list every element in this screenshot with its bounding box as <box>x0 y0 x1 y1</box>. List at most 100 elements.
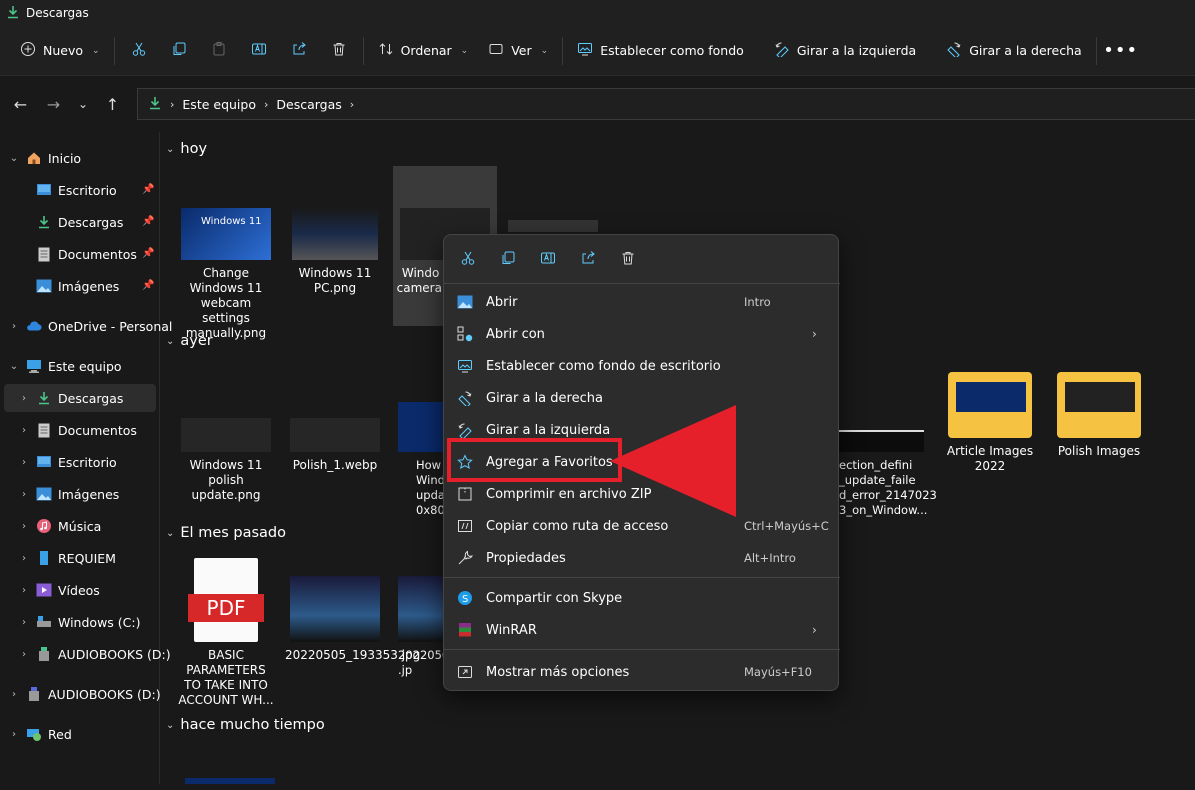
sidebar-item-label: Red <box>48 726 72 742</box>
group-header-hace-mucho[interactable]: ⌄ hace mucho tiempo <box>166 717 325 733</box>
sidebar-item-red[interactable]: › Red <box>8 719 72 749</box>
pin-icon[interactable]: 📌 <box>142 184 154 195</box>
menu-item-propiedades[interactable]: Propiedades Alt+Intro <box>444 542 840 574</box>
sidebar-item-inicio[interactable]: ⌄ Inicio <box>8 143 81 173</box>
file-item[interactable] <box>180 778 280 790</box>
sidebar-item-descargas-pinned[interactable]: Descargas <box>30 207 123 237</box>
menu-item-abrir-con[interactable]: Abrir con › <box>444 318 840 350</box>
file-item[interactable]: ection_defini _update_faile d_error_2147… <box>839 430 937 518</box>
delete-button[interactable] <box>319 34 359 68</box>
new-button[interactable]: Nuevo ⌄ <box>10 34 110 68</box>
rename-button[interactable] <box>239 34 279 68</box>
cut-button[interactable] <box>454 245 482 273</box>
sidebar-item-audiobooks-d-root[interactable]: › AUDIOBOOKS (D:) <box>8 679 161 709</box>
delete-button[interactable] <box>614 245 642 273</box>
address-bar[interactable]: › Este equipo › Descargas › <box>137 88 1195 120</box>
sidebar-item-label: Descargas <box>58 390 124 406</box>
image-thumbnail <box>398 576 444 642</box>
breadcrumb-este-equipo[interactable]: Este equipo <box>182 97 256 112</box>
menu-item-label: Girar a la derecha <box>486 390 603 406</box>
plus-circle-icon <box>20 41 36 60</box>
folder-item[interactable]: Article Images 2022 <box>940 372 1040 474</box>
sidebar-item-label: Imágenes <box>58 486 120 502</box>
file-item[interactable]: Windows 11 PC.png <box>285 208 385 296</box>
view-label: Ver <box>511 43 532 58</box>
cut-button[interactable] <box>119 34 159 68</box>
sort-button[interactable]: Ordenar ⌄ <box>368 34 479 68</box>
scissors-icon <box>460 250 476 269</box>
sidebar-item-imagenes[interactable]: › Imágenes <box>18 479 119 509</box>
share-button[interactable] <box>279 34 319 68</box>
breadcrumb-descargas[interactable]: Descargas <box>276 97 341 112</box>
rotate-left-button[interactable]: Girar a la izquierda <box>764 34 926 68</box>
share-button[interactable] <box>574 245 602 273</box>
wallpaper-icon <box>444 358 486 374</box>
title-bar: Descargas <box>0 0 1195 26</box>
pin-icon[interactable]: 📌 <box>142 248 154 259</box>
file-item[interactable]: How Wind updat 0x8007 <box>394 402 459 518</box>
back-button[interactable]: ← <box>4 88 37 120</box>
view-button[interactable]: Ver ⌄ <box>478 34 558 68</box>
chevron-right-icon: › <box>22 552 26 564</box>
navigation-bar: ← → ⌄ ↑ › Este equipo › Descargas › <box>0 76 1195 132</box>
share-icon <box>580 250 596 269</box>
chevron-right-icon: › <box>22 488 26 500</box>
copy-icon <box>171 41 187 60</box>
file-item[interactable]: PDF BASIC PARAMETERS TO TAKE INTO ACCOUN… <box>176 558 276 708</box>
file-item[interactable]: 20220505_193353.jpg <box>285 576 420 663</box>
file-item[interactable]: Polish_1.webp <box>285 418 385 473</box>
sidebar-item-audiobooks-d[interactable]: › AUDIOBOOKS (D:) <box>18 639 171 669</box>
sidebar-item-requiem[interactable]: › REQUIEM <box>18 543 116 573</box>
menu-item-label: Abrir <box>486 294 518 310</box>
pin-icon[interactable]: 📌 <box>142 216 154 227</box>
forward-button[interactable]: → <box>37 88 70 120</box>
sidebar-item-onedrive[interactable]: › OneDrive - Personal <box>8 311 172 341</box>
sidebar-item-escritorio[interactable]: Escritorio <box>30 175 117 205</box>
group-header-mes-pasado[interactable]: ⌄ El mes pasado <box>166 525 286 541</box>
file-item[interactable]: Windows 11 polish update.png <box>176 418 276 503</box>
sidebar-item-documentos-pinned[interactable]: Documentos <box>30 239 137 269</box>
context-menu-quick-actions <box>444 235 840 283</box>
chevron-down-icon: ⌄ <box>92 45 100 56</box>
sidebar-item-este-equipo[interactable]: ⌄ Este equipo <box>8 351 122 381</box>
rename-icon <box>540 250 556 269</box>
copy-button[interactable] <box>159 34 199 68</box>
up-button[interactable]: ↑ <box>96 88 129 120</box>
sidebar-item-videos[interactable]: › Vídeos <box>18 575 100 605</box>
sidebar-item-imagenes-pinned[interactable]: Imágenes <box>30 271 119 301</box>
sidebar-item-label: Windows (C:) <box>58 614 141 630</box>
menu-item-winrar[interactable]: WinRAR › <box>444 614 840 646</box>
copy-button[interactable] <box>494 245 522 273</box>
more-options-button[interactable]: ••• <box>1101 34 1141 68</box>
menu-item-establecer-fondo[interactable]: Establecer como fondo de escritorio <box>444 350 840 382</box>
menu-item-label: Propiedades <box>486 550 566 566</box>
sidebar-item-label: Imágenes <box>58 278 120 294</box>
rotate-right-button[interactable]: Girar a la derecha <box>936 34 1091 68</box>
menu-item-mostrar-mas-opciones[interactable]: Mostrar más opciones Mayús+F10 <box>444 656 840 688</box>
group-header-hoy[interactable]: ⌄ hoy <box>166 141 207 157</box>
chevron-down-icon: ⌄ <box>9 152 19 164</box>
paste-button[interactable] <box>199 34 239 68</box>
sidebar-item-windows-c[interactable]: › Windows (C:) <box>18 607 140 637</box>
file-item[interactable]: 2022050 .jp <box>394 576 449 678</box>
folder-icon <box>948 372 1032 438</box>
file-item[interactable]: Windows 11 Change Windows 11 webcam sett… <box>176 208 276 341</box>
pdf-icon: PDF <box>188 558 264 642</box>
rename-button[interactable] <box>534 245 562 273</box>
menu-item-label: Abrir con <box>486 326 545 342</box>
rotate-left-icon <box>774 41 790 60</box>
thumbnail-text: Windows 11 <box>201 216 262 227</box>
folder-blue-icon <box>36 550 52 566</box>
image-thumbnail <box>290 418 380 452</box>
set-background-button[interactable]: Establecer como fondo <box>567 34 754 68</box>
sidebar-item-documentos[interactable]: › Documentos <box>18 415 137 445</box>
pin-icon[interactable]: 📌 <box>142 280 154 291</box>
sidebar-item-musica[interactable]: › Música <box>18 511 101 541</box>
menu-item-abrir[interactable]: Abrir Intro <box>444 286 840 318</box>
sidebar-item-label: Escritorio <box>58 182 117 198</box>
sidebar-item-descargas[interactable]: › Descargas <box>18 383 123 413</box>
folder-item[interactable]: Polish Images <box>1049 372 1149 459</box>
recent-locations-button[interactable]: ⌄ <box>70 88 96 120</box>
menu-item-compartir-skype[interactable]: S Compartir con Skype <box>444 582 840 614</box>
sidebar-item-escritorio-pc[interactable]: › Escritorio <box>18 447 117 477</box>
